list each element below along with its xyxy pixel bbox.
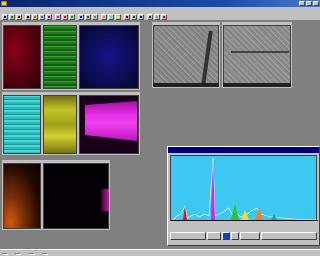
spectrum-graph [171, 157, 318, 221]
window-title [223, 22, 291, 25]
element-map-dark[interactable] [42, 160, 110, 230]
maximize-icon[interactable] [306, 1, 312, 6]
scale-bar [223, 83, 291, 87]
window-title [3, 22, 41, 25]
toolbar-button[interactable] [115, 14, 121, 20]
crack-line [231, 51, 289, 53]
menu-item[interactable] [38, 7, 42, 12]
menu-item[interactable] [21, 7, 25, 12]
peak-green [231, 204, 239, 220]
menu-item[interactable] [89, 7, 93, 12]
toolbar-button[interactable] [69, 14, 75, 20]
toolbar-button[interactable] [55, 14, 61, 20]
toolbar-button[interactable] [46, 14, 52, 20]
spectrum-plot[interactable] [170, 155, 318, 221]
app-icon[interactable] [1, 1, 7, 6]
window-title [43, 22, 77, 25]
sem-image-2[interactable] [222, 22, 292, 88]
window-title [79, 22, 139, 25]
status-cell [28, 253, 35, 255]
window-title [3, 92, 41, 95]
toolbar-button[interactable] [85, 14, 91, 20]
sem-image-1[interactable] [152, 22, 220, 88]
toolbar-button[interactable] [9, 14, 15, 20]
element-map-orange[interactable] [2, 160, 42, 230]
element-map-blue[interactable] [78, 22, 140, 90]
menu-item[interactable] [55, 7, 59, 12]
element-map-red[interactable] [2, 22, 42, 90]
element-map-yellow[interactable] [42, 92, 78, 155]
toolbar-button[interactable] [138, 14, 144, 20]
element-map-green[interactable] [42, 22, 78, 90]
bright-edge [101, 189, 109, 211]
scale-bar [153, 83, 219, 87]
spectrum-title-bar [168, 147, 319, 153]
toolbar-button[interactable] [101, 14, 107, 20]
window-title [153, 22, 219, 25]
element-map-magenta[interactable] [78, 92, 140, 155]
toolbar-button[interactable] [92, 14, 98, 20]
spectrum-control[interactable] [240, 232, 260, 240]
toolbar-button[interactable] [32, 14, 38, 20]
magenta-region [85, 101, 137, 141]
close-icon[interactable] [313, 1, 319, 6]
toolbar-button[interactable] [78, 14, 84, 20]
toolbar-button[interactable] [131, 14, 137, 20]
window-title [79, 92, 139, 95]
window-title [43, 92, 77, 95]
toolbar-button[interactable] [124, 14, 130, 20]
toolbar-button[interactable] [39, 14, 45, 20]
window-title-bar [0, 0, 320, 7]
status-bar [0, 249, 320, 256]
element-map-cyan[interactable] [2, 92, 42, 155]
toolbar-button[interactable] [62, 14, 68, 20]
toolbar-button[interactable] [147, 14, 153, 20]
toolbar-button[interactable] [16, 14, 22, 20]
menu-item[interactable] [4, 7, 8, 12]
menu-item[interactable] [72, 7, 76, 12]
toolbar-button[interactable] [2, 14, 8, 20]
spectrum-control[interactable] [261, 232, 317, 240]
window-title [3, 160, 41, 163]
status-cell [2, 253, 8, 255]
toolbar-button[interactable] [25, 14, 31, 20]
toolbar-button[interactable] [161, 14, 167, 20]
spectrum-control[interactable] [231, 232, 239, 240]
window-title [43, 160, 109, 163]
spectrum-control[interactable] [207, 232, 221, 240]
status-cell [41, 253, 48, 255]
peak-yellow [241, 210, 249, 220]
minimize-icon[interactable] [299, 1, 305, 6]
spectrum-control[interactable] [170, 232, 206, 240]
spectrum-control[interactable] [222, 232, 230, 240]
status-cell [15, 253, 22, 255]
toolbar-button[interactable] [108, 14, 114, 20]
crack-line [201, 31, 213, 85]
toolbar-button[interactable] [154, 14, 160, 20]
